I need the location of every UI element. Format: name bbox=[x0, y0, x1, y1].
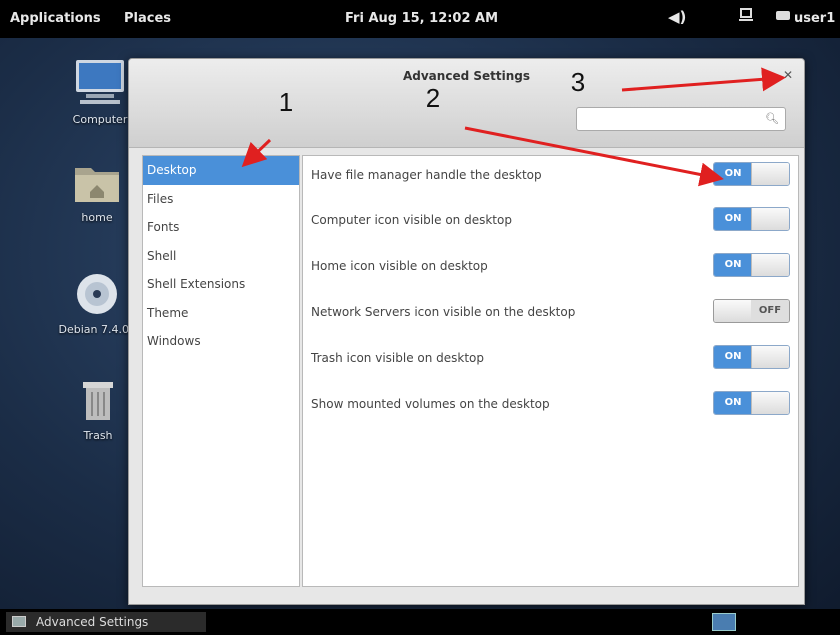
toggle-knob bbox=[751, 208, 789, 230]
places-menu[interactable]: Places bbox=[124, 11, 171, 26]
top-panel: Applications Places Fri Aug 15, 12:02 AM… bbox=[0, 0, 840, 38]
setting-row: Computer icon visible on desktop ON bbox=[303, 201, 798, 241]
settings-panel: Have file manager handle the desktop ON … bbox=[302, 155, 799, 587]
window-icon bbox=[12, 616, 26, 627]
window-title: Advanced Settings bbox=[402, 69, 530, 83]
user-icon[interactable] bbox=[776, 10, 790, 26]
toggle-knob bbox=[751, 163, 789, 185]
taskbar-item-advanced-settings[interactable]: Advanced Settings bbox=[6, 612, 206, 632]
trash-icon bbox=[83, 382, 113, 420]
toggle-home-icon[interactable]: ON bbox=[713, 253, 790, 277]
folder-icon bbox=[75, 168, 119, 202]
search-icon: 🔍︎ bbox=[765, 112, 779, 125]
search-input[interactable]: 🔍︎ bbox=[576, 107, 786, 131]
toggle-state: OFF bbox=[751, 300, 789, 322]
bottom-panel: Advanced Settings bbox=[0, 609, 840, 635]
computer-icon bbox=[76, 60, 124, 104]
title-bar[interactable]: Advanced Settings ✕ 🔍︎ bbox=[129, 59, 804, 148]
callout-3: 3 bbox=[570, 67, 586, 97]
close-button[interactable]: ✕ bbox=[778, 67, 798, 83]
toggle-state: ON bbox=[714, 163, 752, 185]
setting-label: Have file manager handle the desktop bbox=[311, 168, 542, 182]
setting-label: Network Servers icon visible on the desk… bbox=[311, 305, 576, 319]
sidebar-item-windows[interactable]: Windows bbox=[143, 327, 299, 356]
setting-label: Home icon visible on desktop bbox=[311, 259, 488, 273]
toggle-computer-icon[interactable]: ON bbox=[713, 207, 790, 231]
setting-row: Have file manager handle the desktop ON bbox=[303, 156, 798, 196]
workspace-switcher[interactable] bbox=[712, 613, 736, 631]
toggle-state: ON bbox=[714, 346, 752, 368]
sidebar-item-theme[interactable]: Theme bbox=[143, 299, 299, 328]
user-menu[interactable]: user1 bbox=[794, 11, 835, 26]
setting-label: Trash icon visible on desktop bbox=[311, 351, 485, 365]
network-icon[interactable] bbox=[738, 7, 754, 27]
sidebar-item-files[interactable]: Files bbox=[143, 185, 299, 214]
toggle-state: ON bbox=[714, 392, 752, 414]
disc-icon bbox=[77, 274, 117, 314]
toggle-state: ON bbox=[714, 208, 752, 230]
clock[interactable]: Fri Aug 15, 12:02 AM bbox=[345, 11, 498, 26]
callout-2: 2 bbox=[425, 83, 441, 113]
toggle-knob bbox=[751, 346, 789, 368]
setting-label: Computer icon visible on desktop bbox=[311, 213, 512, 227]
toggle-mounted-volumes[interactable]: ON bbox=[713, 391, 790, 415]
volume-icon[interactable]: ◀) bbox=[668, 8, 686, 26]
close-icon: ✕ bbox=[782, 68, 794, 82]
sidebar-item-desktop[interactable]: Desktop bbox=[143, 156, 299, 185]
setting-row: Network Servers icon visible on the desk… bbox=[303, 293, 798, 333]
setting-row: Trash icon visible on desktop ON bbox=[303, 339, 798, 379]
category-sidebar: Desktop Files Fonts Shell Shell Extensio… bbox=[142, 155, 300, 587]
setting-row: Home icon visible on desktop ON bbox=[303, 247, 798, 287]
applications-menu[interactable]: Applications bbox=[10, 11, 101, 26]
toggle-state: ON bbox=[714, 254, 752, 276]
sidebar-item-shell[interactable]: Shell bbox=[143, 242, 299, 271]
setting-row: Show mounted volumes on the desktop ON bbox=[303, 385, 798, 425]
toggle-trash-icon[interactable]: ON bbox=[713, 345, 790, 369]
toggle-network-servers-icon[interactable]: OFF bbox=[713, 299, 790, 323]
toggle-knob bbox=[751, 254, 789, 276]
sidebar-item-fonts[interactable]: Fonts bbox=[143, 213, 299, 242]
toggle-knob bbox=[751, 392, 789, 414]
toggle-knob bbox=[714, 300, 752, 322]
callout-1: 1 bbox=[278, 87, 294, 117]
setting-label: Show mounted volumes on the desktop bbox=[311, 397, 550, 411]
advanced-settings-window: Advanced Settings ✕ 🔍︎ Desktop Files Fon… bbox=[128, 58, 805, 605]
taskbar-item-label: Advanced Settings bbox=[36, 615, 149, 629]
toggle-file-manager-desktop[interactable]: ON bbox=[713, 162, 790, 186]
sidebar-item-shell-extensions[interactable]: Shell Extensions bbox=[143, 270, 299, 299]
